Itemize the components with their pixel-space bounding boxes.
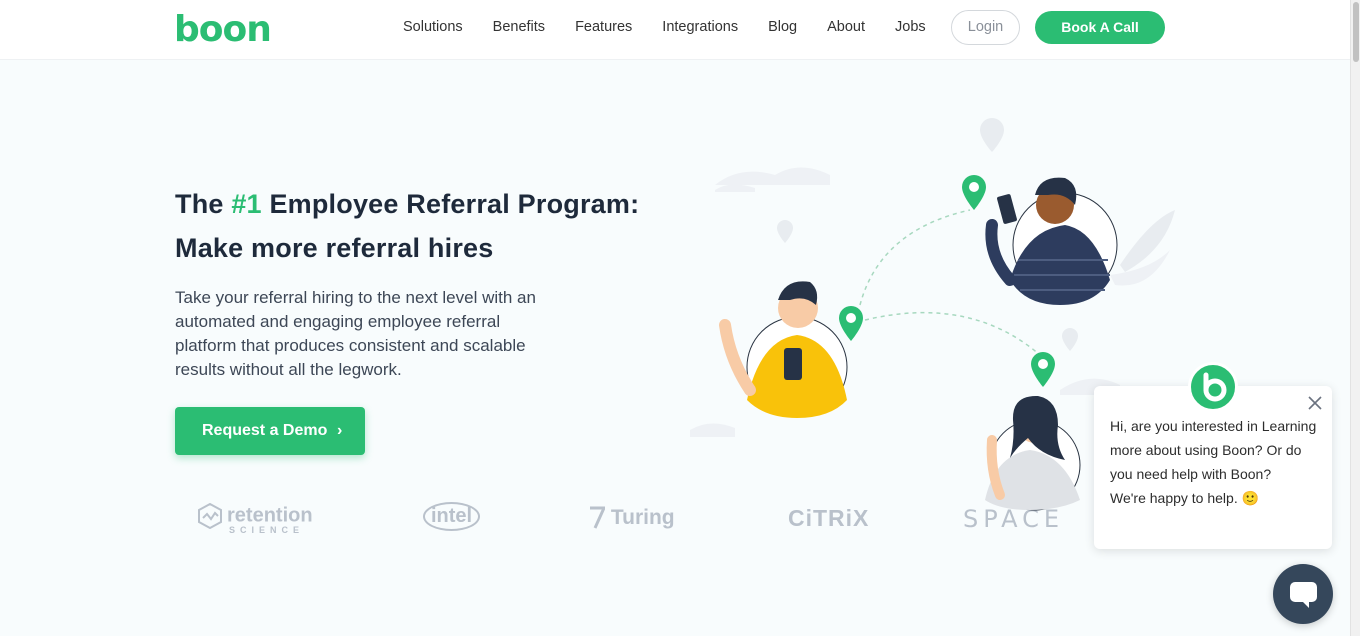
main-nav: Solutions Benefits Features Integrations… <box>403 19 956 35</box>
intel-logo: intel <box>423 502 481 531</box>
page-scrollbar[interactable] <box>1350 0 1360 636</box>
nav-about[interactable]: About <box>827 19 865 35</box>
chat-launcher-button[interactable] <box>1273 564 1333 624</box>
turing-logo: Turing <box>589 506 675 530</box>
hero-title-accent: #1 <box>231 189 262 219</box>
close-icon[interactable] <box>1306 394 1324 412</box>
book-call-button[interactable]: Book A Call <box>1035 11 1165 44</box>
chat-message: Hi, are you interested in Learning more … <box>1110 418 1317 506</box>
chevron-right-icon: › <box>337 422 343 439</box>
nav-jobs[interactable]: Jobs <box>895 19 926 35</box>
nav-benefits[interactable]: Benefits <box>493 19 545 35</box>
hero-title: The #1 Employee Referral Program: Make m… <box>175 189 640 263</box>
scroll-thumb[interactable] <box>1353 2 1359 62</box>
request-demo-button[interactable]: Request a Demo › <box>175 407 365 455</box>
nav-blog[interactable]: Blog <box>768 19 797 35</box>
boon-logo[interactable]: boon <box>174 9 272 50</box>
nav-features[interactable]: Features <box>575 19 632 35</box>
nav-integrations[interactable]: Integrations <box>662 19 738 35</box>
hero-subtitle: Take your referral hiring to the next le… <box>175 288 536 379</box>
top-navbar: boon Solutions Benefits Features Integra… <box>0 0 1350 60</box>
chat-avatar-icon <box>1188 362 1238 412</box>
login-button[interactable]: Login <box>951 10 1020 45</box>
chat-icon <box>1290 582 1317 608</box>
nav-solutions[interactable]: Solutions <box>403 19 463 35</box>
retention-science-logo: retention SCIENCE <box>197 502 313 535</box>
